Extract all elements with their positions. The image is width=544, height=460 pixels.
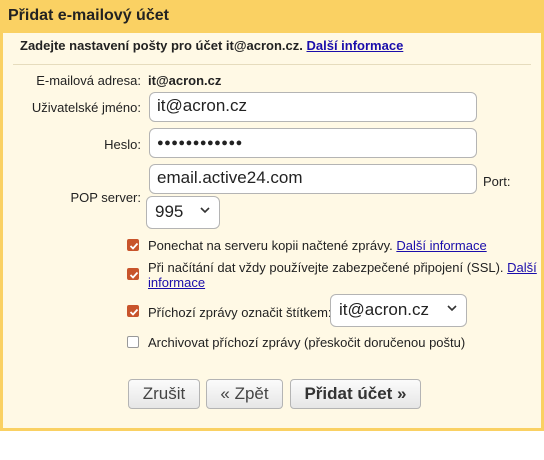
label-checkbox[interactable]: [127, 305, 139, 317]
ssl-text: Při načítání dat vždy používejte zabezpe…: [148, 260, 504, 275]
port-select-value: 995: [155, 202, 184, 221]
dialog-titlebar: Přidat e-mailový účet: [0, 0, 544, 33]
intro-message: Zadejte nastavení pošty pro účet it@acro…: [20, 38, 303, 53]
pop-server-input[interactable]: email.active24.com: [149, 164, 477, 194]
archive-checkbox[interactable]: [127, 336, 139, 348]
ssl-link-part1[interactable]: Další: [507, 260, 537, 275]
add-account-button[interactable]: Přidat účet »: [290, 379, 421, 409]
intro-text: Zadejte nastavení pošty pro účet it@acro…: [20, 38, 403, 53]
archive-label: Archivovat příchozí zprávy (přeskočit do…: [148, 335, 466, 350]
checkmark-icon: [129, 308, 139, 316]
email-label: E-mailová adresa:: [36, 73, 141, 88]
checkmark-icon: [129, 242, 139, 250]
ssl-link-part2[interactable]: informace: [148, 275, 205, 290]
keep-copy-text: Ponechat na serveru kopii načtené zprávy…: [148, 238, 393, 253]
dialog-title: Přidat e-mailový účet: [8, 7, 169, 24]
chevron-down-icon: [447, 305, 457, 312]
username-input[interactable]: it@acron.cz: [149, 92, 477, 122]
intro-learn-more-link[interactable]: Další informace: [306, 38, 403, 53]
label-select-value: it@acron.cz: [339, 300, 430, 319]
port-label: Port:: [483, 174, 511, 189]
port-select[interactable]: 995: [146, 196, 220, 229]
checkmark-icon: [129, 271, 139, 279]
password-input[interactable]: ●●●●●●●●●●●●: [149, 128, 477, 158]
keep-copy-label: Ponechat na serveru kopii načtené zprávy…: [148, 238, 487, 253]
email-value: it@acron.cz: [148, 73, 222, 88]
ssl-checkbox[interactable]: [127, 268, 139, 280]
username-label: Uživatelské jméno:: [31, 100, 141, 115]
cancel-button[interactable]: Zrušit: [128, 379, 200, 409]
pop-server-label: POP server:: [70, 190, 141, 205]
page-background: [0, 431, 544, 460]
keep-copy-learn-more-link[interactable]: Další informace: [396, 238, 486, 253]
keep-copy-checkbox[interactable]: [127, 239, 139, 251]
chevron-down-icon: [200, 207, 210, 214]
back-button[interactable]: « Zpět: [206, 379, 283, 409]
dialog-panel: Zadejte nastavení pošty pro účet it@acro…: [0, 33, 544, 431]
ssl-label: Při načítání dat vždy používejte zabezpe…: [148, 260, 538, 290]
password-label: Heslo:: [104, 137, 141, 152]
divider: [13, 64, 531, 65]
label-option-text: Příchozí zprávy označit štítkem:: [148, 305, 332, 320]
label-select[interactable]: it@acron.cz: [330, 294, 467, 327]
